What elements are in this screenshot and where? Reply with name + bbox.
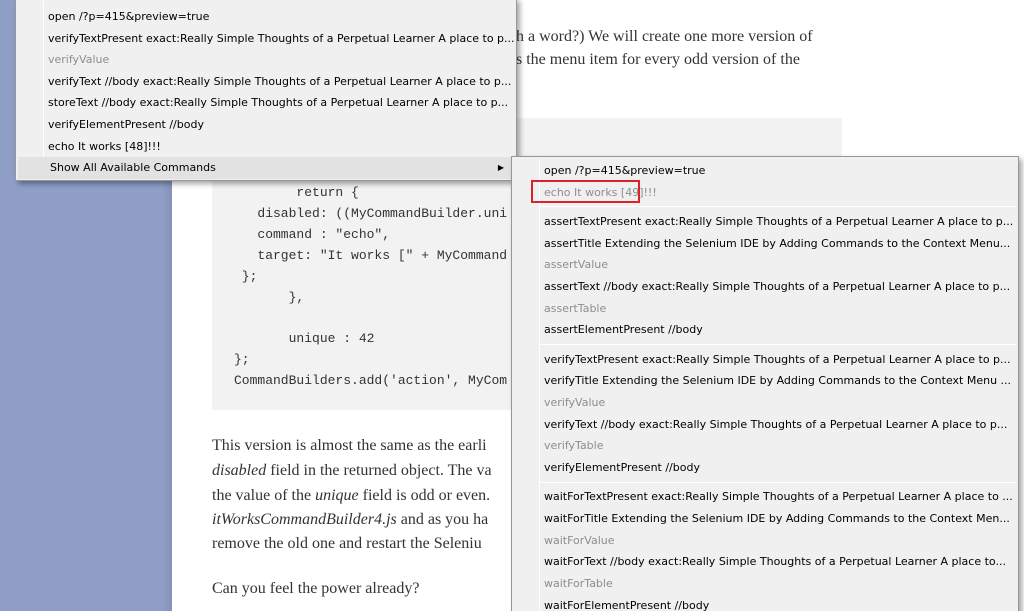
menu-separator (540, 481, 1016, 483)
submenu-item[interactable]: verifyText //body exact:Really Simple Th… (512, 414, 1018, 436)
code-line: unique : 42 (234, 331, 375, 346)
menu-item-label: verifyElementPresent //body (48, 118, 204, 131)
menu-item-label: verifyTable (544, 439, 604, 453)
submenu-item[interactable]: verifyValue (512, 392, 1018, 414)
menu-item-label: waitForTable (544, 577, 613, 591)
code-line: target: "It works [" + MyCommand (234, 248, 508, 263)
menu-item-label: echo It works [48]!!! (48, 139, 161, 153)
menu-item[interactable]: verifyElementPresent //body (16, 114, 516, 136)
menu-item-label: verifyValue (48, 53, 110, 67)
show-all-commands-item[interactable]: Show All Available Commands ▶ (18, 157, 514, 180)
menu-item-label: verifyValue (544, 396, 606, 409)
submenu-item[interactable]: waitForTable (512, 573, 1018, 595)
article-line-2: s the menu item for every odd version of… (516, 51, 800, 68)
submenu-item[interactable]: open /?p=415&preview=true (512, 160, 1018, 182)
submenu-item[interactable]: assertTextPresent exact:Really Simple Th… (512, 211, 1018, 233)
submenu-arrow-icon: ▶ (497, 163, 504, 173)
menu-item-label: waitForText //body exact:Really Simple T… (544, 555, 1006, 569)
menu-item-label: waitForTitle Extending the Selenium IDE … (544, 512, 1010, 525)
paragraph-line-1: This version is almost the same as the e… (212, 437, 487, 454)
submenu-item[interactable]: assertElementPresent //body (512, 319, 1018, 341)
paragraph-line-2-rest: field in the returned object. The va (266, 462, 492, 479)
menu-item-label: Show All Available Commands (50, 161, 216, 175)
filename-term: itWorksCommandBuilder4.js (212, 511, 397, 528)
submenu-item[interactable]: waitForText //body exact:Really Simple T… (512, 551, 1018, 573)
submenu-item[interactable]: waitForTitle Extending the Selenium IDE … (512, 508, 1018, 530)
menu-item-label: waitForValue (544, 533, 615, 547)
closing-line: Can you feel the power already? (212, 580, 420, 597)
menu-item[interactable]: verifyTextPresent exact:Really Simple Th… (16, 28, 516, 50)
menu-item[interactable]: open /?p=415&preview=true (16, 6, 516, 28)
menu-item-label: assertTitle Extending the Selenium IDE b… (544, 236, 1011, 250)
menu-item-label: assertValue (544, 258, 609, 272)
unique-term: unique (315, 487, 359, 504)
code-line: return { (234, 185, 359, 200)
menu-item-label: waitForElementPresent //body (544, 598, 710, 611)
menu-item-label: assertText //body exact:Really Simple Th… (544, 280, 1011, 293)
menu-item-label: assertElementPresent //body (544, 323, 703, 337)
menu-separator (540, 206, 1016, 208)
context-menu: open /?p=415&preview=true verifyTextPrese… (15, 0, 517, 181)
submenu-item[interactable]: assertTable (512, 298, 1018, 320)
submenu-item[interactable]: verifyTable (512, 435, 1018, 457)
paragraph-line-2: disabled field in the returned object. T… (212, 462, 492, 480)
submenu-item[interactable]: verifyTextPresent exact:Really Simple Th… (512, 349, 1018, 371)
submenu-item[interactable]: assertValue (512, 254, 1018, 276)
paragraph-line-3-pre: the value of the (212, 487, 316, 504)
show-all-commands-submenu: open /?p=415&preview=true echo It works [… (511, 156, 1019, 611)
paragraph-line-3-rest: field is odd or even. (358, 487, 491, 504)
code-line: }; (234, 269, 258, 284)
submenu-item[interactable]: verifyTitle Extending the Selenium IDE b… (512, 370, 1018, 392)
menu-item-label: verifyText //body exact:Really Simple Th… (544, 417, 1008, 431)
annotation-highlight-box (531, 180, 640, 203)
code-line: command : "echo", (234, 227, 391, 242)
submenu-item[interactable]: assertText //body exact:Really Simple Th… (512, 276, 1018, 298)
menu-item-label: verifyTextPresent exact:Really Simple Th… (544, 352, 1011, 366)
menu-item-label: open /?p=415&preview=true (48, 10, 210, 23)
paragraph-line-4: itWorksCommandBuilder4.js and as you ha (212, 511, 488, 529)
menu-item-label: storeText //body exact:Really Simple Tho… (48, 96, 509, 110)
menu-item[interactable]: verifyText //body exact:Really Simple Th… (16, 71, 516, 93)
disabled-term: disabled (212, 462, 267, 479)
code-line: CommandBuilders.add('action', MyCom (234, 373, 508, 388)
menu-separator (540, 344, 1016, 346)
code-line: }, (234, 290, 305, 305)
menu-item-label: verifyElementPresent //body (544, 461, 700, 475)
menu-item[interactable]: verifyValue (16, 49, 516, 71)
paragraph-line-3: the value of the unique field is odd or … (212, 487, 490, 505)
code-line: disabled: ((MyCommandBuilder.uni (234, 206, 508, 221)
article-line-1: h a word?) We will create one more versi… (516, 28, 813, 45)
paragraph-line-4-rest: and as you ha (396, 511, 489, 528)
menu-item-label: assertTable (544, 301, 607, 315)
menu-item-label: verifyTitle Extending the Selenium IDE b… (544, 374, 1012, 388)
menu-item-label: verifyTextPresent exact:Really Simple Th… (48, 31, 515, 45)
submenu-item[interactable]: waitForElementPresent //body (512, 595, 1018, 611)
submenu-item[interactable]: waitForValue (512, 530, 1018, 552)
menu-item[interactable]: echo It works [48]!!! (16, 136, 516, 158)
menu-item-label: verifyText //body exact:Really Simple Th… (48, 74, 512, 88)
menu-item[interactable]: storeText //body exact:Really Simple Tho… (16, 92, 516, 114)
submenu-item[interactable]: verifyElementPresent //body (512, 457, 1018, 479)
code-line: }; (234, 352, 250, 367)
menu-item-label: open /?p=415&preview=true (544, 164, 706, 177)
menu-item-label: assertTextPresent exact:Really Simple Th… (544, 214, 1014, 228)
paragraph-line-5: remove the old one and restart the Selen… (212, 535, 482, 552)
submenu-item[interactable]: waitForTextPresent exact:Really Simple T… (512, 486, 1018, 508)
submenu-item[interactable]: assertTitle Extending the Selenium IDE b… (512, 233, 1018, 255)
menu-item-label: waitForTextPresent exact:Really Simple T… (544, 490, 1013, 504)
